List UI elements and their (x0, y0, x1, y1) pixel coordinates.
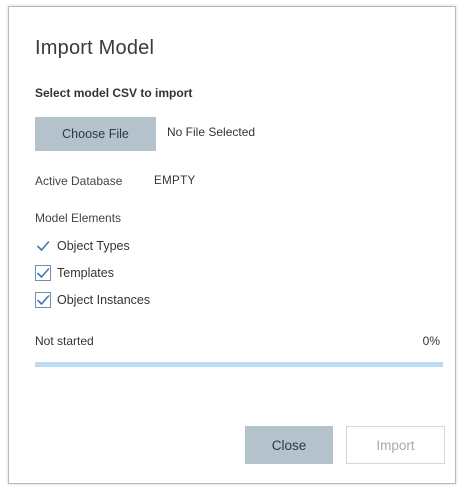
templates-label: Templates (57, 266, 114, 280)
close-button[interactable]: Close (245, 426, 333, 464)
file-status-text: No File Selected (167, 125, 256, 139)
templates-option[interactable]: Templates (35, 263, 114, 283)
checkmark-icon (37, 268, 50, 278)
templates-checkbox[interactable] (35, 265, 51, 281)
checkmark-icon (37, 295, 50, 305)
active-database-value: EMPTY (154, 175, 196, 187)
choose-file-button[interactable]: Choose File (35, 117, 156, 151)
object-types-option[interactable]: Object Types (35, 236, 130, 256)
object-instances-label: Object Instances (57, 293, 151, 307)
progress-percent: 0% (422, 334, 440, 348)
progress-bar (35, 362, 443, 367)
object-types-label: Object Types (57, 239, 130, 253)
object-instances-checkbox[interactable] (35, 292, 51, 308)
file-prompt-heading: Select model CSV to import (35, 86, 193, 100)
object-instances-option[interactable]: Object Instances (35, 290, 150, 310)
import-model-dialog: Import Model Select model CSV to import … (8, 6, 456, 484)
checkmark-icon (37, 241, 50, 251)
dialog-title: Import Model (35, 37, 155, 59)
import-button[interactable]: Import (346, 426, 445, 464)
model-elements-label: Model Elements (35, 211, 122, 225)
active-database-label: Active Database (35, 174, 123, 188)
object-types-checkbox[interactable] (35, 238, 51, 254)
progress-status: Not started (35, 334, 94, 348)
